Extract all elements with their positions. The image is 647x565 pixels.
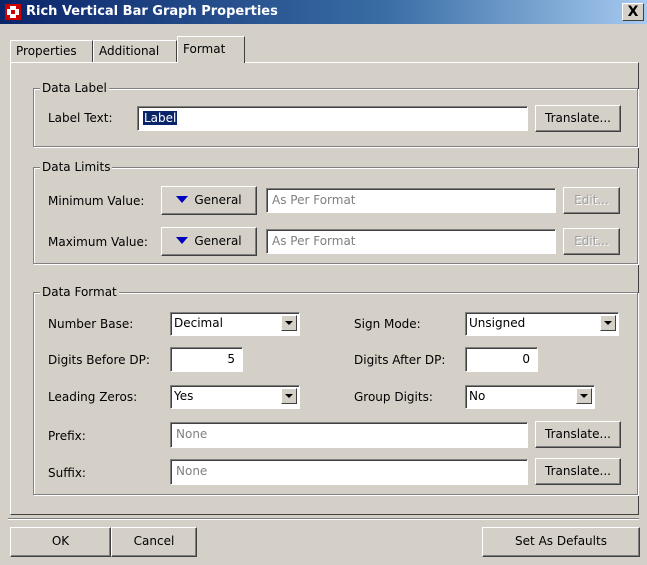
- suffix-translate-button[interactable]: Translate...: [535, 458, 621, 485]
- suffix-input[interactable]: None: [170, 459, 528, 485]
- ok-button[interactable]: OK: [10, 527, 111, 557]
- number-base-label: Number Base:: [48, 317, 134, 331]
- digits-before-dp-label: Digits Before DP:: [48, 353, 150, 367]
- set-as-defaults-label: Set As Defaults: [515, 534, 607, 548]
- minimum-edit-button[interactable]: Edit...: [563, 187, 620, 214]
- group-digits-value: No: [469, 389, 486, 403]
- data-limits-legend: Data Limits: [40, 160, 113, 174]
- chevron-down-icon[interactable]: [281, 315, 297, 331]
- chevron-down-icon[interactable]: [600, 315, 616, 331]
- group-digits-label: Group Digits:: [354, 390, 433, 404]
- leading-zeros-value: Yes: [174, 389, 194, 403]
- minimum-value-input[interactable]: As Per Format: [266, 188, 556, 213]
- sign-mode-label: Sign Mode:: [354, 317, 421, 331]
- prefix-input[interactable]: None: [170, 422, 528, 448]
- digits-after-dp-label: Digits After DP:: [354, 353, 446, 367]
- title-bar: Rich Vertical Bar Graph Properties X: [0, 0, 647, 24]
- maximum-edit-label: Edit...: [574, 234, 609, 248]
- chevron-down-icon[interactable]: [281, 388, 297, 404]
- tab-additional[interactable]: Additional: [93, 40, 177, 62]
- digits-after-dp-value: 0: [522, 352, 530, 366]
- group-digits-select[interactable]: No: [465, 385, 595, 409]
- cancel-button[interactable]: Cancel: [111, 527, 197, 557]
- number-base-select[interactable]: Decimal: [170, 312, 300, 336]
- tab-format-label: Format: [183, 42, 226, 56]
- digits-before-dp-value: 5: [227, 352, 235, 366]
- tab-format[interactable]: Format: [177, 36, 245, 63]
- tab-properties-label: Properties: [16, 44, 77, 58]
- maximum-mode-button[interactable]: General: [161, 227, 257, 256]
- number-base-value: Decimal: [174, 316, 223, 330]
- minimum-mode-label: General: [194, 193, 242, 207]
- tab-properties[interactable]: Properties: [10, 40, 93, 62]
- properties-dialog: Rich Vertical Bar Graph Properties X Pro…: [0, 0, 647, 565]
- label-translate-button[interactable]: Translate...: [535, 105, 621, 132]
- minimum-value-text: As Per Format: [272, 193, 356, 207]
- suffix-label: Suffix:: [48, 466, 86, 480]
- dropdown-triangle-icon: [176, 237, 189, 244]
- minimum-edit-label: Edit...: [574, 193, 609, 207]
- digits-before-dp-input[interactable]: 5: [170, 347, 243, 372]
- chevron-down-icon[interactable]: [576, 388, 592, 404]
- label-text-label: Label Text:: [48, 111, 113, 125]
- minimum-mode-button[interactable]: General: [161, 186, 257, 215]
- ok-label: OK: [51, 534, 70, 548]
- maximum-edit-button[interactable]: Edit...: [563, 228, 620, 255]
- graph-app-icon: [5, 4, 21, 20]
- leading-zeros-select[interactable]: Yes: [170, 385, 300, 409]
- close-icon: X: [627, 4, 639, 20]
- prefix-value: None: [176, 427, 208, 441]
- maximum-value-input[interactable]: As Per Format: [266, 229, 556, 254]
- leading-zeros-label: Leading Zeros:: [48, 390, 138, 404]
- prefix-translate-button[interactable]: Translate...: [535, 421, 621, 448]
- sign-mode-value: Unsigned: [469, 316, 526, 330]
- suffix-translate-label: Translate...: [545, 464, 611, 478]
- data-label-legend: Data Label: [40, 81, 109, 95]
- tab-additional-label: Additional: [99, 44, 160, 58]
- close-button[interactable]: X: [622, 3, 644, 21]
- maximum-value-text: As Per Format: [272, 234, 356, 248]
- footer-divider: [8, 518, 639, 520]
- sign-mode-select[interactable]: Unsigned: [465, 312, 619, 336]
- minimum-value-label: Minimum Value:: [48, 194, 145, 208]
- prefix-translate-label: Translate...: [545, 427, 611, 441]
- cancel-label: Cancel: [133, 534, 175, 548]
- maximum-mode-label: General: [194, 234, 242, 248]
- label-text-value: Label: [143, 111, 178, 125]
- data-format-legend: Data Format: [40, 285, 119, 299]
- label-translate-label: Translate...: [545, 111, 611, 125]
- suffix-value: None: [176, 464, 208, 478]
- maximum-value-label: Maximum Value:: [48, 235, 148, 249]
- set-as-defaults-button[interactable]: Set As Defaults: [482, 527, 640, 557]
- dropdown-triangle-icon: [176, 196, 189, 203]
- digits-after-dp-input[interactable]: 0: [465, 347, 538, 372]
- label-text-input[interactable]: Label: [137, 106, 528, 131]
- prefix-label: Prefix:: [48, 429, 86, 443]
- window-title: Rich Vertical Bar Graph Properties: [26, 4, 278, 19]
